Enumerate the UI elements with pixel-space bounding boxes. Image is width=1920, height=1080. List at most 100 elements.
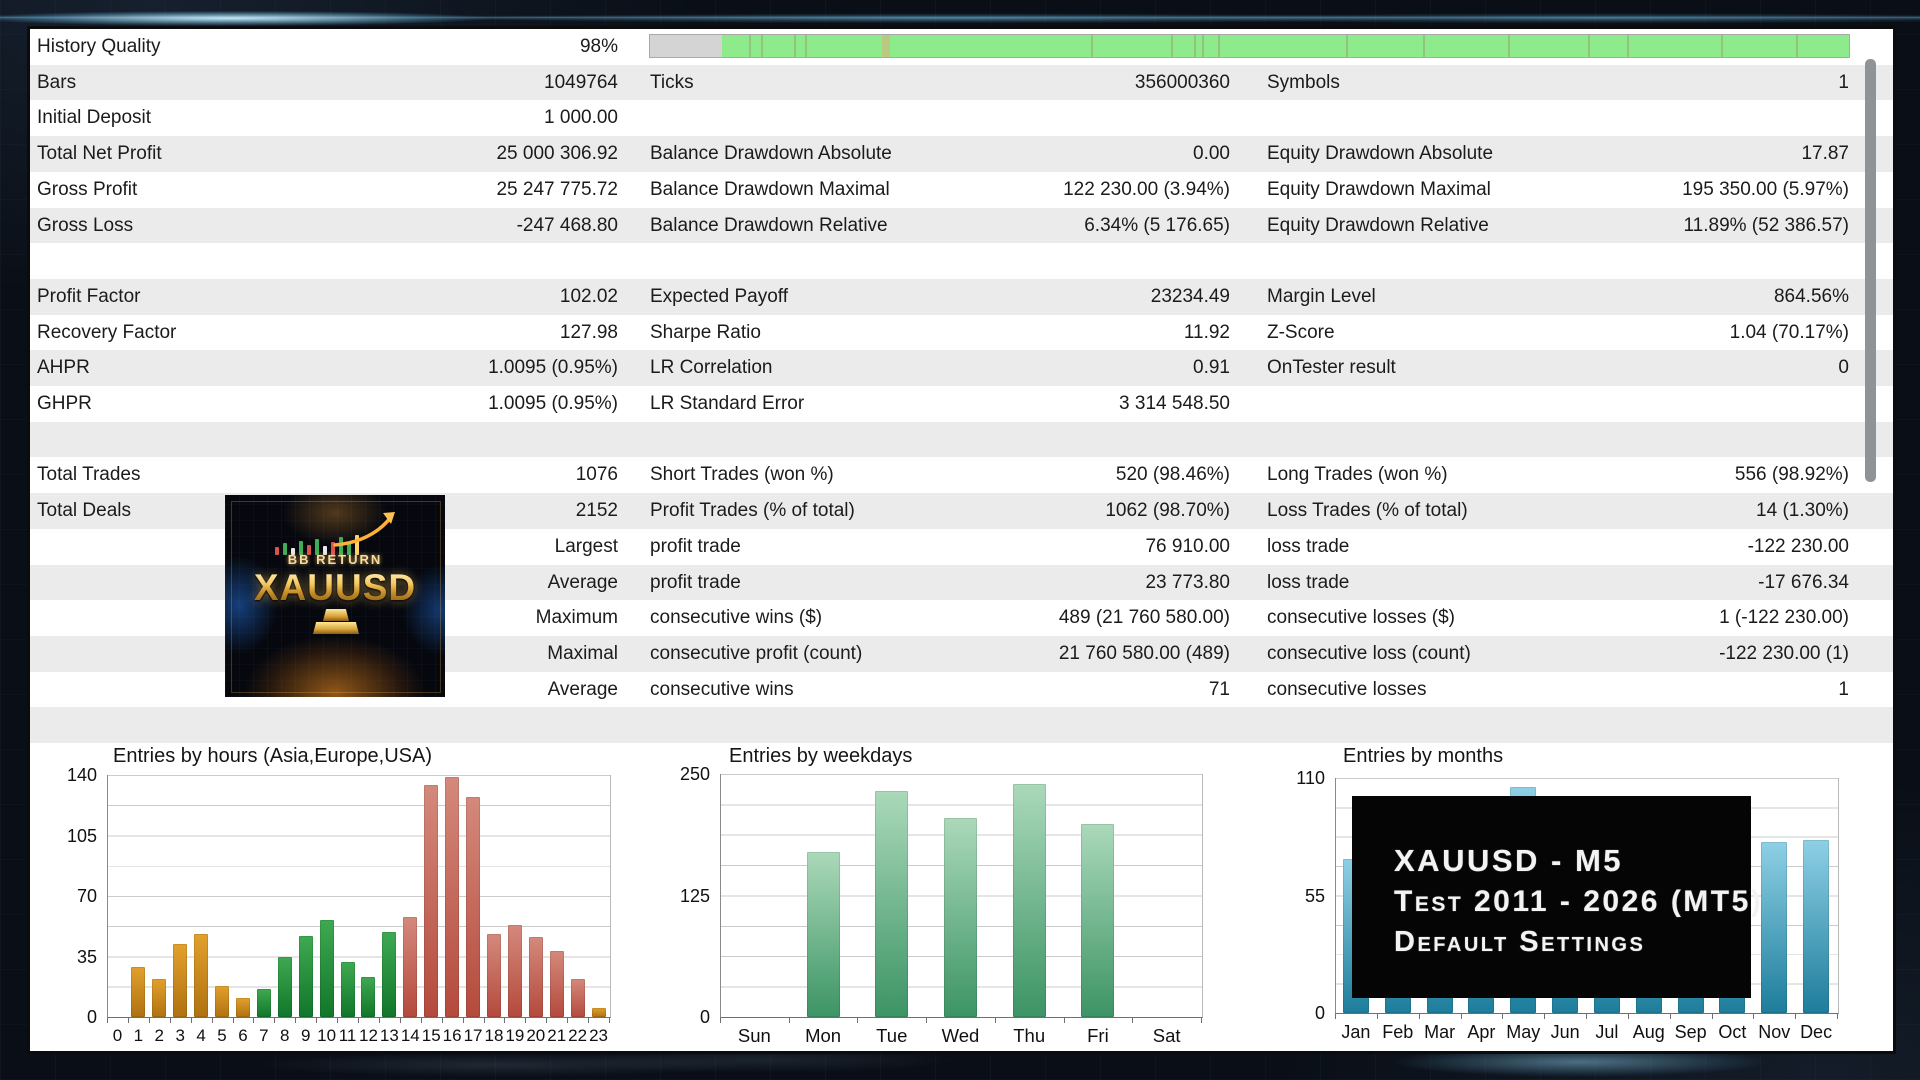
y-axis-tick-label: 110: [1253, 767, 1325, 789]
x-axis-tick-mark: [1201, 1018, 1202, 1023]
stat-value: -17 676.34: [1510, 565, 1849, 601]
x-axis-tick-mark: [421, 1018, 422, 1023]
stat-value: 520 (98.46%): [910, 457, 1230, 493]
stat-value: 98%: [370, 29, 618, 65]
stat-label: LR Correlation: [650, 350, 773, 386]
stat-value: -247 468.80: [370, 208, 618, 244]
logo-bb-return-text: BB RETURN: [225, 552, 445, 567]
stat-label: Equity Drawdown Absolute: [1267, 136, 1493, 172]
x-axis-category-label: Wed: [936, 1025, 986, 1047]
x-axis-category-label: Tue: [867, 1025, 917, 1047]
quality-bar-gap-stripe-wide: [882, 35, 890, 57]
table-row: GHPR1.0095 (0.95%)LR Standard Error3 314…: [30, 386, 1893, 422]
stat-label: Ticks: [650, 65, 694, 101]
badge-settings: Default Settings: [1394, 922, 1751, 963]
stat-value: 1: [1510, 672, 1849, 708]
overlay-badge: XAUUSD - M5 Test 2011 - 2026 (MT5) Defau…: [1352, 796, 1751, 998]
stat-label: Long Trades (won %): [1267, 457, 1448, 493]
badge-test-range: Test 2011 - 2026 (MT5): [1394, 881, 1751, 922]
x-axis-tick-mark: [609, 1018, 610, 1023]
stat-value: 556 (98.92%): [1510, 457, 1849, 493]
x-axis-tick-mark: [525, 1018, 526, 1023]
x-axis-tick-mark: [463, 1018, 464, 1023]
table-row: AHPR1.0095 (0.95%)LR Correlation0.91OnTe…: [30, 350, 1893, 386]
x-axis-tick-mark: [926, 1018, 927, 1023]
table-row: History Quality98%: [30, 29, 1893, 65]
quality-bar-gap-stripe: [1218, 35, 1220, 57]
chart-bar: [508, 925, 522, 1017]
quality-bar-gap-stripe: [1091, 35, 1093, 57]
vertical-scrollbar-thumb[interactable]: [1865, 59, 1876, 482]
y-axis-tick-label: 35: [25, 946, 97, 968]
table-row: Total Net Profit25 000 306.92Balance Dra…: [30, 136, 1893, 172]
quality-bar-gap-stripe: [1171, 35, 1173, 57]
x-axis-tick-mark: [504, 1018, 505, 1023]
x-axis-category-label: Sat: [1142, 1025, 1192, 1047]
quality-bar-gap-stripe: [1588, 35, 1590, 57]
table-row: Gross Loss-247 468.80Balance Drawdown Re…: [30, 208, 1893, 244]
stat-value: 1062 (98.70%): [910, 493, 1230, 529]
stat-label: Gross Loss: [37, 208, 133, 244]
stat-value: 3 314 548.50: [910, 386, 1230, 422]
chart-bar: [1803, 840, 1829, 1013]
logo-gold-ingot: [333, 622, 359, 634]
y-axis-tick-label: 140: [25, 764, 97, 786]
stat-label: OnTester result: [1267, 350, 1396, 386]
x-axis-tick-mark: [442, 1018, 443, 1023]
quality-bar-gap-stripe: [1202, 35, 1204, 57]
chart-title: Entries by hours (Asia,Europe,USA): [113, 745, 432, 768]
badge-symbol-timeframe: XAUUSD - M5: [1394, 840, 1751, 881]
stat-label: consecutive wins ($): [650, 600, 822, 636]
stat-label: Total Deals: [37, 493, 131, 529]
y-axis-tick-label: 125: [638, 885, 710, 907]
quality-bar-gap-stripe: [749, 35, 751, 57]
stat-label: GHPR: [37, 386, 92, 422]
stat-label: consecutive losses ($): [1267, 600, 1455, 636]
x-axis-tick-mark: [1064, 1018, 1065, 1023]
chart-bar: [382, 932, 396, 1017]
backtest-report-panel: History Quality98%Bars1049764Ticks356000…: [27, 26, 1896, 1054]
stat-label: Sharpe Ratio: [650, 315, 761, 351]
stat-value: 25 247 775.72: [370, 172, 618, 208]
x-axis-tick-mark: [567, 1018, 568, 1023]
y-axis-tick-label: 70: [25, 885, 97, 907]
chart-bar: [807, 852, 840, 1017]
x-axis-tick-mark: [1461, 1014, 1462, 1019]
logo-uptrend-arrow-icon: [333, 509, 403, 549]
quality-bar-gap-stripe: [1423, 35, 1425, 57]
table-row: Total Trades1076Short Trades (won %)520 …: [30, 457, 1893, 493]
y-axis-tick-label: 55: [1253, 885, 1325, 907]
x-axis-tick-mark: [1753, 1014, 1754, 1019]
chart-bar: [875, 791, 908, 1017]
x-axis-tick-mark: [400, 1018, 401, 1023]
stat-value: 6.34% (5 176.65): [910, 208, 1230, 244]
quality-bar-gap-stripe: [1346, 35, 1348, 57]
chart-title: Entries by weekdays: [729, 745, 912, 768]
chart-bar: [1013, 784, 1046, 1017]
chart-bar: [550, 951, 564, 1017]
chart-bar: [571, 979, 585, 1017]
x-axis-tick-mark: [212, 1018, 213, 1023]
chart-bar: [529, 937, 543, 1017]
chart-bar: [131, 967, 145, 1017]
chart-bar: [944, 818, 977, 1017]
table-row: Initial Deposit1 000.00: [30, 100, 1893, 136]
stat-value: 23 773.80: [910, 565, 1230, 601]
logo-gold-ingot: [323, 609, 349, 621]
stat-label: loss trade: [1267, 529, 1349, 565]
chart-bar: [152, 979, 166, 1017]
x-axis-tick-mark: [588, 1018, 589, 1023]
table-row: [30, 422, 1893, 458]
quality-bar-gap-stripe: [1508, 35, 1510, 57]
x-axis-tick-mark: [484, 1018, 485, 1023]
x-axis-tick-mark: [337, 1018, 338, 1023]
stat-label: AHPR: [37, 350, 90, 386]
stat-value: 864.56%: [1510, 279, 1849, 315]
stat-label: profit trade: [650, 529, 741, 565]
quality-bar-gap-stripe: [1796, 35, 1798, 57]
x-axis-tick-mark: [1837, 1014, 1838, 1019]
logo-xauusd-text: XAUUSD: [225, 567, 445, 609]
x-axis-tick-mark: [107, 1018, 108, 1023]
table-row: [30, 707, 1893, 743]
chart-title: Entries by months: [1343, 745, 1503, 768]
